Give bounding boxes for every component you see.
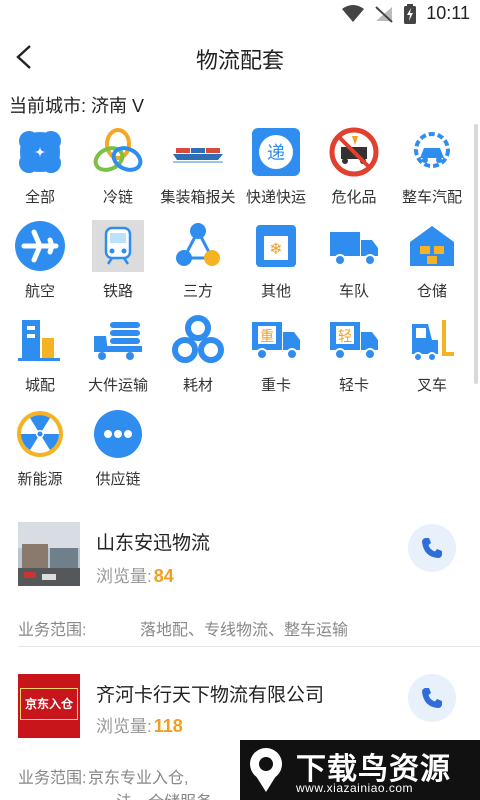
battery-charging-icon bbox=[404, 3, 417, 24]
heavy-cargo-icon bbox=[94, 322, 142, 360]
scrollbar[interactable] bbox=[474, 124, 478, 384]
scope-value: 京东专业入仓, bbox=[88, 770, 189, 787]
listing-photo-text: 京东入仓 bbox=[20, 688, 78, 720]
category-label: 铁路 bbox=[102, 283, 133, 300]
city-selector-label: 当前城市: 济南 V bbox=[9, 96, 145, 116]
category-third-party[interactable]: 三方 bbox=[158, 218, 238, 310]
auto-parts-icon bbox=[414, 132, 450, 168]
svg-text:❄: ❄ bbox=[269, 239, 282, 258]
listing-card[interactable]: 山东安迅物流 浏览量: 84 业务范围: 落地配、专线物流、整车运输 bbox=[0, 520, 480, 648]
consumables-icon bbox=[172, 315, 224, 363]
app-bar: 物流配套 bbox=[0, 26, 480, 88]
phone-icon bbox=[422, 688, 442, 708]
listing-name: 齐河卡行天下物流有限公司 bbox=[96, 685, 325, 706]
listing-photo bbox=[18, 522, 80, 586]
category-label: 供应链 bbox=[95, 471, 141, 488]
call-button[interactable] bbox=[408, 674, 456, 722]
phone-icon bbox=[422, 538, 442, 558]
category-forklift[interactable]: 叉车 bbox=[392, 312, 472, 404]
category-city-delivery[interactable]: 城配 bbox=[0, 312, 80, 404]
category-express[interactable]: 递 快递快运 bbox=[236, 124, 316, 216]
category-label: 叉车 bbox=[416, 377, 447, 394]
bird-logo-icon bbox=[250, 748, 282, 792]
new-energy-icon bbox=[17, 411, 63, 457]
listing-scope: 业务范围: 京东专业入仓, 法、仓储服务 bbox=[18, 764, 212, 800]
svg-text:重: 重 bbox=[260, 329, 274, 345]
category-new-energy[interactable]: 新能源 bbox=[0, 406, 80, 498]
container-ship-icon bbox=[173, 148, 223, 163]
views-label: 浏览量: bbox=[96, 717, 152, 736]
category-train[interactable]: 铁路 bbox=[78, 218, 158, 310]
train-icon bbox=[92, 220, 144, 272]
forklift-icon bbox=[412, 320, 454, 362]
views-count: 118 bbox=[153, 716, 183, 736]
category-label: 整车汽配 bbox=[401, 189, 462, 206]
scope-label: 业务范围: bbox=[18, 622, 87, 639]
other-icon: ❄ bbox=[256, 225, 296, 267]
svg-text:轻: 轻 bbox=[338, 329, 352, 345]
category-fleet[interactable]: 车队 bbox=[314, 218, 394, 310]
category-auto-parts[interactable]: 整车汽配 bbox=[392, 124, 472, 216]
divider bbox=[18, 646, 480, 647]
views-count: 84 bbox=[153, 566, 174, 586]
category-light-truck[interactable]: 轻 轻卡 bbox=[314, 312, 394, 404]
heavy-truck-icon: 重 bbox=[252, 322, 300, 360]
scope-value: 落地配、专线物流、整车运输 bbox=[140, 622, 349, 639]
status-bar: 10:11 bbox=[0, 0, 480, 26]
category-consumables[interactable]: 耗材 bbox=[158, 312, 238, 404]
third-party-icon bbox=[176, 223, 220, 266]
scope-label: 业务范围: bbox=[18, 770, 87, 787]
express-icon: 递 bbox=[252, 128, 300, 176]
category-heavy-truck[interactable]: 重 重卡 bbox=[236, 312, 316, 404]
views-label: 浏览量: bbox=[96, 567, 152, 586]
cold-chain-icon bbox=[93, 128, 143, 172]
category-label: 大件运输 bbox=[87, 377, 148, 394]
watermark-url: www.xiazainiao.com bbox=[296, 781, 414, 795]
category-other[interactable]: ❄ 其他 bbox=[236, 218, 316, 310]
warehouse-icon bbox=[410, 226, 454, 266]
listing-views: 浏览量: 118 bbox=[96, 712, 183, 737]
listing-name: 山东安迅物流 bbox=[96, 533, 211, 554]
signal-off-icon bbox=[375, 5, 393, 23]
scope-value-line2: 法、仓储服务 bbox=[116, 788, 212, 800]
airplane-icon bbox=[15, 221, 65, 271]
all-icon bbox=[19, 131, 61, 173]
category-label: 冷链 bbox=[102, 189, 133, 206]
watermark-banner: 下载鸟资源 www.xiazainiao.com bbox=[240, 740, 480, 800]
light-truck-icon: 轻 bbox=[330, 322, 378, 360]
call-button[interactable] bbox=[408, 524, 456, 572]
city-selector[interactable]: 当前城市: 济南 V bbox=[9, 92, 144, 118]
category-hazardous[interactable]: 危化品 bbox=[314, 124, 394, 216]
category-all[interactable]: 全部 bbox=[0, 124, 80, 216]
page-title: 物流配套 bbox=[195, 48, 284, 73]
svg-text:递: 递 bbox=[267, 143, 285, 164]
category-supply-chain[interactable]: 供应链 bbox=[78, 406, 158, 498]
listing-views: 浏览量: 84 bbox=[96, 562, 174, 587]
category-label: 仓储 bbox=[416, 283, 447, 300]
category-heavy-cargo[interactable]: 大件运输 bbox=[78, 312, 158, 404]
listing-photo: 京东入仓 bbox=[18, 674, 80, 738]
wifi-icon bbox=[342, 4, 365, 22]
category-container[interactable]: 集装箱报关 bbox=[158, 124, 238, 216]
city-delivery-icon bbox=[18, 320, 60, 361]
category-warehouse[interactable]: 仓储 bbox=[392, 218, 472, 310]
supply-chain-icon bbox=[94, 410, 142, 458]
listing-scope: 业务范围: 落地配、专线物流、整车运输 bbox=[18, 616, 348, 640]
fleet-truck-icon bbox=[330, 232, 378, 266]
hazardous-icon bbox=[329, 127, 379, 177]
category-airplane[interactable]: 航空 bbox=[0, 218, 80, 310]
category-cold-chain[interactable]: 冷链 bbox=[78, 124, 158, 216]
status-time: 10:11 bbox=[426, 3, 470, 23]
